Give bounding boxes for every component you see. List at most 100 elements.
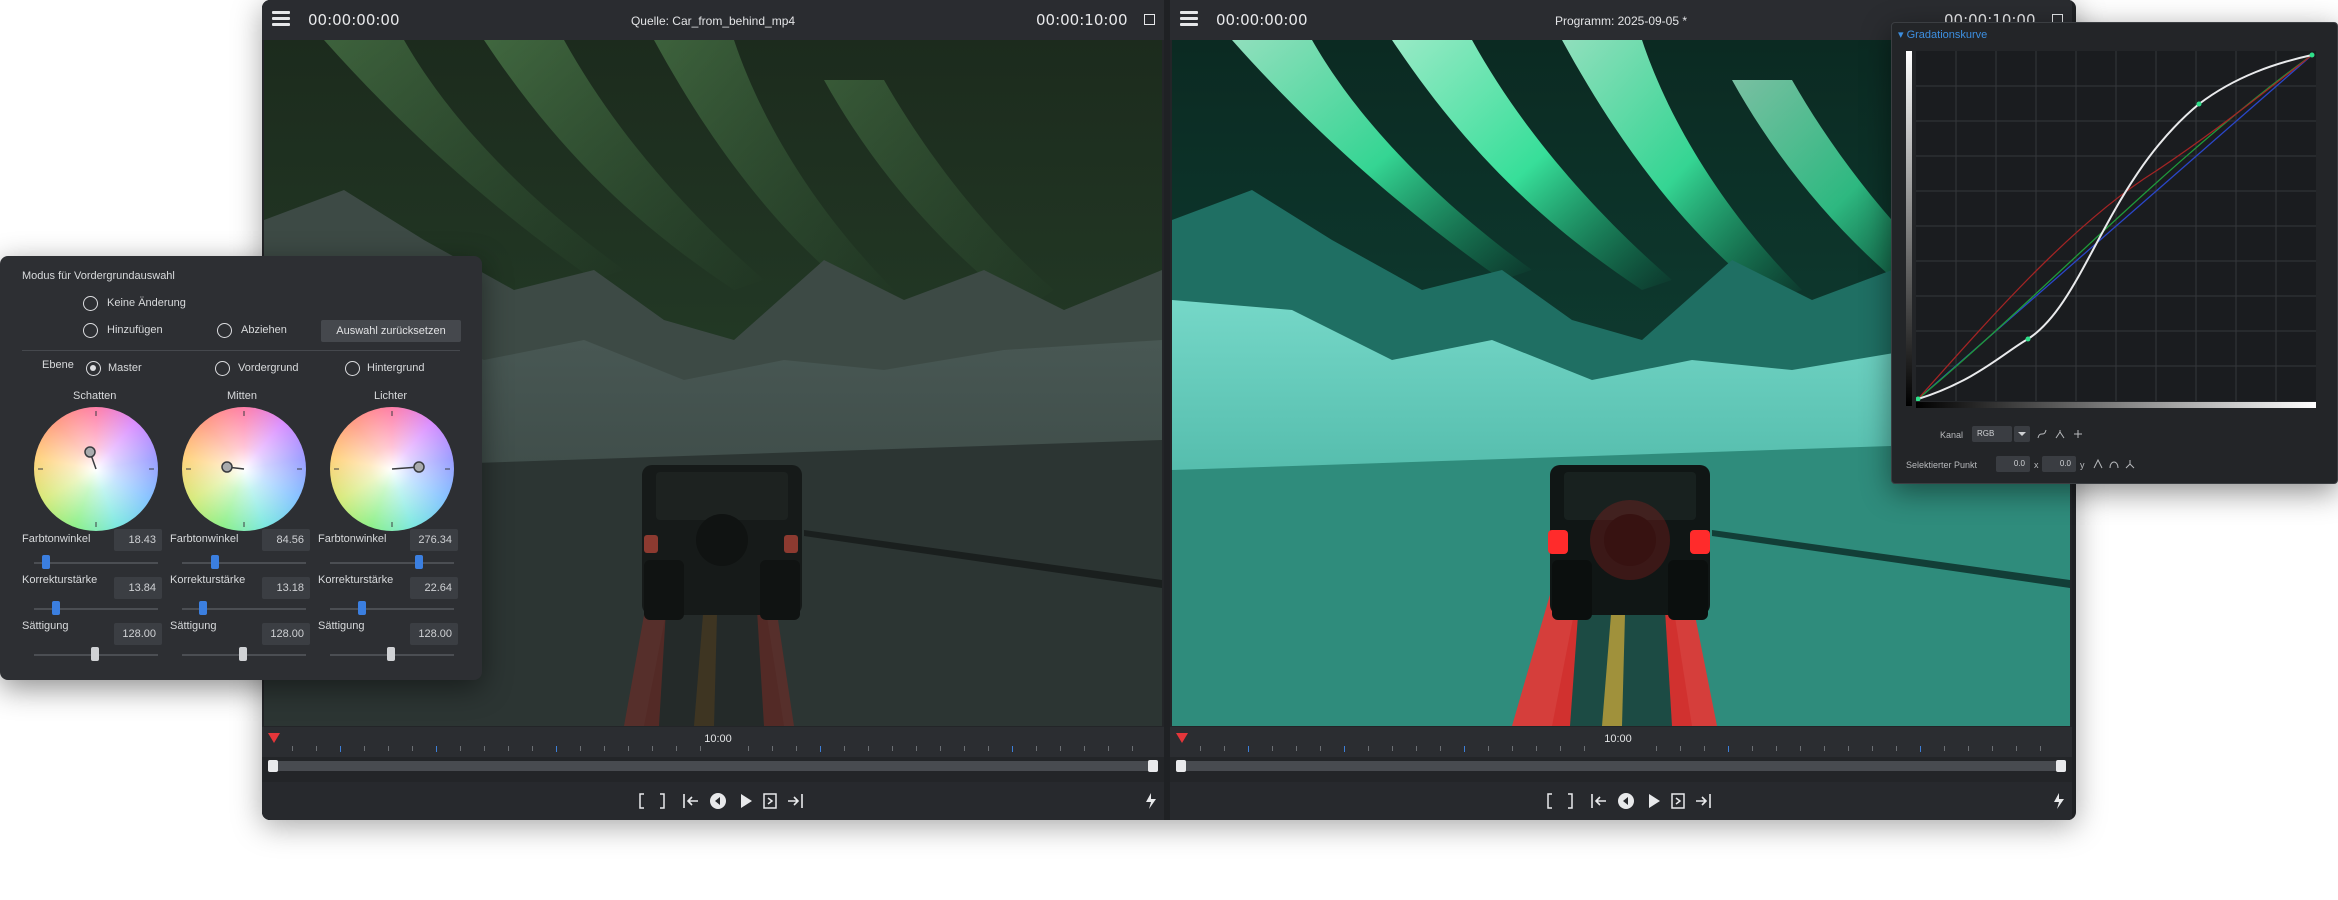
program-timeline-ruler[interactable]: 10:00 [1170,727,2072,757]
curve-graph[interactable] [1916,51,2316,401]
source-monitor-title: Quelle: Car_from_behind_mp4 [630,14,796,28]
color-correction-panel: Modus für Vordergrundauswahl Keine Änder… [0,256,482,680]
hue-angle-label: Farbtonwinkel [170,533,239,545]
curves-title-text: Gradationskurve [1906,29,1988,41]
highlights-hue-value[interactable]: 276.34 [410,529,458,551]
source-zoom-scrollbar[interactable] [268,760,1158,772]
go-to-end-icon[interactable] [1694,791,1712,811]
radio-layer-master[interactable] [86,361,101,376]
add-label: Hinzufügen [107,324,163,336]
shadows-saturation-handle[interactable] [91,647,99,661]
color-wheel-shadows[interactable] [34,407,158,531]
subtract-label: Abziehen [241,324,287,336]
shadows-strength-handle[interactable] [52,601,60,615]
chevron-down-icon[interactable] [2014,426,2030,442]
rewind-icon[interactable] [1616,791,1636,811]
rewind-icon[interactable] [708,791,728,811]
midtones-strength-handle[interactable] [199,601,207,615]
source-ruler-label: 10:00 [704,733,732,745]
set-out-point-icon[interactable] [657,791,667,811]
saturation-label: Sättigung [170,620,217,632]
radio-layer-foreground[interactable] [215,361,230,376]
scrollbar-left-handle[interactable] [1176,760,1186,772]
highlights-strength-value[interactable]: 22.64 [410,577,458,599]
shadows-hue-value[interactable]: 18.43 [114,529,162,551]
source-timecode-end: 00:00:10:00 [1036,11,1128,29]
highlights-saturation-value[interactable]: 128.00 [410,623,458,645]
wheel-midtones-title: Mitten [227,390,257,402]
strength-label: Korrekturstärke [318,574,394,586]
curves-panel-title[interactable]: ▾ Gradationskurve [1898,28,1987,41]
layer-master-label: Master [108,362,142,374]
scrollbar-left-handle[interactable] [268,760,278,772]
reset-selection-button[interactable]: Auswahl zurücksetzen [321,320,461,342]
no-change-label: Keine Änderung [107,297,186,309]
x-label: x [2034,460,2039,470]
midtones-hue-value[interactable]: 84.56 [262,529,310,551]
play-icon[interactable] [738,791,754,811]
source-transport-controls [262,782,1164,820]
point-x-field[interactable]: 0.0 [1996,456,2030,472]
midtones-strength-value[interactable]: 13.18 [262,577,310,599]
curve-tool-icons[interactable] [2036,428,2096,440]
overlay-options-icon[interactable] [1142,791,1160,811]
highlights-hue-slider[interactable] [330,562,454,564]
selection-mode-title: Modus für Vordergrundauswahl [22,270,175,282]
set-in-point-icon[interactable] [637,791,647,811]
program-playhead-marker[interactable] [1176,733,1188,743]
go-to-in-icon[interactable] [682,791,700,811]
source-timeline-ruler[interactable]: 10:00 [262,727,1164,757]
radio-add[interactable] [83,323,98,338]
go-to-out-icon[interactable] [762,791,780,811]
midtones-saturation-handle[interactable] [239,647,247,661]
play-icon[interactable] [1646,791,1662,811]
go-to-out-icon[interactable] [1670,791,1688,811]
midtones-hue-handle[interactable] [211,555,219,569]
source-playhead-marker[interactable] [268,733,280,743]
set-out-point-icon[interactable] [1565,791,1575,811]
wheel-highlights-title: Lichter [374,390,408,402]
overlay-options-icon[interactable] [2050,791,2068,811]
color-wheel-midtones[interactable] [182,407,306,531]
highlights-strength-slider[interactable] [330,608,454,610]
input-gradient-bar [1916,402,2316,408]
shadows-strength-value[interactable]: 13.84 [114,577,162,599]
scrollbar-right-handle[interactable] [2056,760,2066,772]
scrollbar-right-handle[interactable] [1148,760,1158,772]
channel-label: Kanal [1940,430,1964,440]
radio-no-change[interactable] [83,296,98,311]
shadows-saturation-value[interactable]: 128.00 [114,623,162,645]
selected-point-label: Selektierter Punkt [1906,460,1978,470]
color-wheel-highlights[interactable] [330,407,454,531]
channel-select[interactable]: RGB [1972,426,2012,442]
source-monitor-header: 00:00:00:00 Quelle: Car_from_behind_mp4 … [262,0,1164,40]
shadows-hue-handle[interactable] [42,555,50,569]
go-to-in-icon[interactable] [1590,791,1608,811]
hue-angle-label: Farbtonwinkel [22,533,91,545]
curves-panel: ▾ Gradationskurve Kanal RGB Selektierter… [1891,22,2338,484]
program-transport-controls [1170,782,2072,820]
video-editor-window: 00:00:00:00 Quelle: Car_from_behind_mp4 … [262,0,2076,820]
strength-label: Korrekturstärke [170,574,246,586]
highlights-strength-handle[interactable] [358,601,366,615]
y-label: y [2080,460,2085,470]
hue-angle-label: Farbtonwinkel [318,533,387,545]
program-zoom-scrollbar[interactable] [1176,760,2066,772]
layer-label: Ebene [42,359,74,371]
point-tool-icons[interactable] [2092,458,2142,470]
point-y-field[interactable]: 0.0 [2042,456,2076,472]
strength-label: Korrekturstärke [22,574,98,586]
shadows-hue-slider[interactable] [34,562,158,564]
fullscreen-icon[interactable] [1144,14,1155,25]
layer-foreground-label: Vordergrund [238,362,299,374]
go-to-end-icon[interactable] [786,791,804,811]
wheel-shadows-title: Schatten [73,390,117,402]
highlights-hue-handle[interactable] [415,555,423,569]
set-in-point-icon[interactable] [1545,791,1555,811]
radio-layer-background[interactable] [345,361,360,376]
highlights-saturation-handle[interactable] [387,647,395,661]
radio-subtract[interactable] [217,323,232,338]
midtones-saturation-value[interactable]: 128.00 [262,623,310,645]
layer-background-label: Hintergrund [367,362,425,374]
midtones-hue-slider[interactable] [182,562,306,564]
